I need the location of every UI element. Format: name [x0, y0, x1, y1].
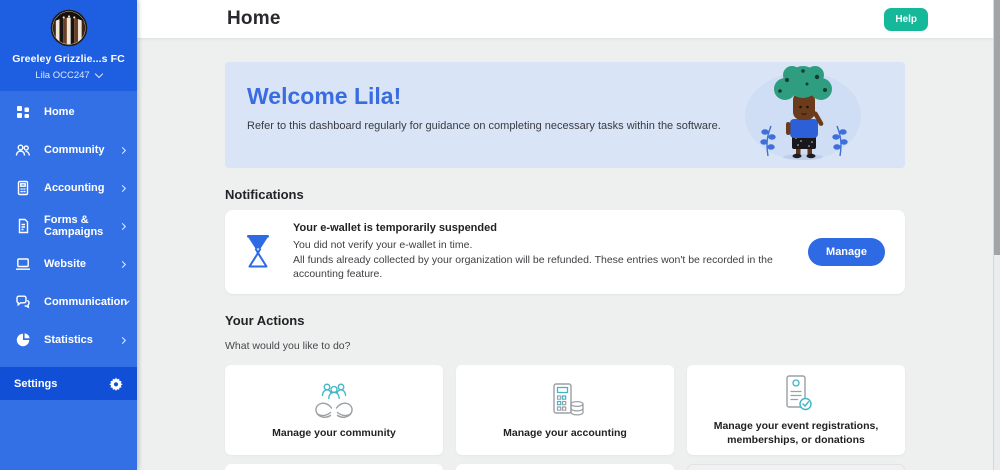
- club-logo: [50, 9, 87, 47]
- sidebar-item-accounting[interactable]: Accounting: [0, 169, 137, 207]
- sidebar-item-label: Statistics: [44, 334, 93, 346]
- notification-text-block: Your e-wallet is temporarily suspended Y…: [293, 222, 786, 282]
- chevron-right-icon: [118, 184, 127, 192]
- actions-prompt: What would you like to do?: [225, 340, 351, 353]
- sidebar-item-communication[interactable]: Communication: [0, 283, 137, 321]
- sidebar-item-label: Community: [44, 144, 105, 156]
- scrollbar-thumb[interactable]: [994, 0, 1000, 255]
- notification-card: Your e-wallet is temporarily suspended Y…: [225, 210, 905, 295]
- notification-line: All funds already collected by your orga…: [293, 253, 773, 281]
- user-switcher[interactable]: Lila OCC247: [6, 69, 131, 81]
- action-card-community[interactable]: Manage your community: [225, 365, 443, 456]
- sidebar-menu: Home Community Accounting Forms & Campai…: [0, 91, 137, 367]
- calculator-icon: [17, 180, 29, 196]
- notification-title: Your e-wallet is temporarily suspended: [293, 222, 497, 234]
- action-cards-grid: Manage your community Manage your accoun…: [225, 365, 905, 470]
- chevron-right-icon: [118, 222, 127, 230]
- org-name: Greeley Grizzlie...s FC: [12, 53, 125, 65]
- sidebar-item-forms-campaigns[interactable]: Forms & Campaigns: [0, 207, 137, 245]
- sidebar-item-settings[interactable]: Settings: [0, 367, 137, 400]
- sidebar-item-label: Accounting: [44, 182, 105, 194]
- action-card-accounting[interactable]: Manage your accounting: [456, 365, 674, 456]
- chevron-down-icon: [94, 69, 103, 79]
- sidebar-item-home[interactable]: Home: [0, 93, 137, 131]
- main-area: Home Help Welcome Lila! Refer to this da…: [137, 0, 1000, 470]
- sidebar-item-community[interactable]: Community: [0, 131, 137, 169]
- chevron-right-icon: [118, 336, 127, 344]
- action-card-label: Manage your community: [272, 426, 396, 439]
- welcome-subtitle: Refer to this dashboard regularly for gu…: [247, 120, 721, 132]
- sidebar: Greeley Grizzlie...s FC Lila OCC247 Home…: [0, 0, 137, 470]
- chevron-right-icon: [118, 146, 127, 154]
- hands-community-icon: [315, 383, 353, 418]
- page-title: Home: [227, 8, 281, 29]
- page-scrollbar[interactable]: [993, 0, 1000, 470]
- people-icon: [15, 144, 30, 156]
- sidebar-org-block: Greeley Grizzlie...s FC Lila OCC247: [0, 0, 137, 91]
- action-card-send[interactable]: [456, 464, 674, 470]
- laptop-icon: [16, 258, 30, 270]
- hourglass-icon: [247, 235, 269, 268]
- sidebar-item-label: Home: [44, 106, 75, 118]
- action-card-label: Manage your accounting: [503, 426, 627, 439]
- dashboard-content: Welcome Lila! Refer to this dashboard re…: [137, 62, 1000, 470]
- action-card-registrations[interactable]: Manage your event registrations, members…: [687, 365, 905, 456]
- help-button[interactable]: Help: [884, 7, 928, 31]
- registration-check-icon: [786, 375, 812, 411]
- notification-line: You did not verify your e-wallet in time…: [293, 239, 473, 251]
- chat-bubbles-icon: [16, 295, 30, 309]
- home-grid-icon: [17, 106, 29, 118]
- action-card-label: Manage your event registrations, members…: [713, 420, 879, 446]
- sidebar-item-website[interactable]: Website: [0, 245, 137, 283]
- sidebar-item-label: Forms & Campaigns: [44, 214, 104, 238]
- manage-button[interactable]: Manage: [808, 238, 885, 267]
- settings-label: Settings: [14, 377, 58, 390]
- sidebar-item-statistics[interactable]: Statistics: [0, 321, 137, 359]
- calculator-coins-icon: [553, 383, 584, 416]
- notifications-heading: Notifications: [225, 187, 304, 202]
- gear-icon: [109, 377, 123, 391]
- action-card-other[interactable]: Other?: [687, 464, 905, 470]
- user-name: Lila OCC247: [35, 70, 90, 81]
- pie-chart-icon: [16, 333, 30, 347]
- action-card-website[interactable]: [225, 464, 443, 470]
- welcome-illustration: [745, 66, 861, 160]
- document-icon: [18, 218, 29, 234]
- your-actions-heading: Your Actions: [225, 313, 305, 329]
- sidebar-item-label: Communication: [44, 296, 128, 308]
- welcome-banner: Welcome Lila! Refer to this dashboard re…: [225, 62, 905, 168]
- sidebar-item-label: Website: [44, 258, 86, 270]
- sidebar-filler: [0, 400, 137, 470]
- top-header: Home Help: [137, 0, 1000, 38]
- chevron-right-icon: [118, 260, 127, 268]
